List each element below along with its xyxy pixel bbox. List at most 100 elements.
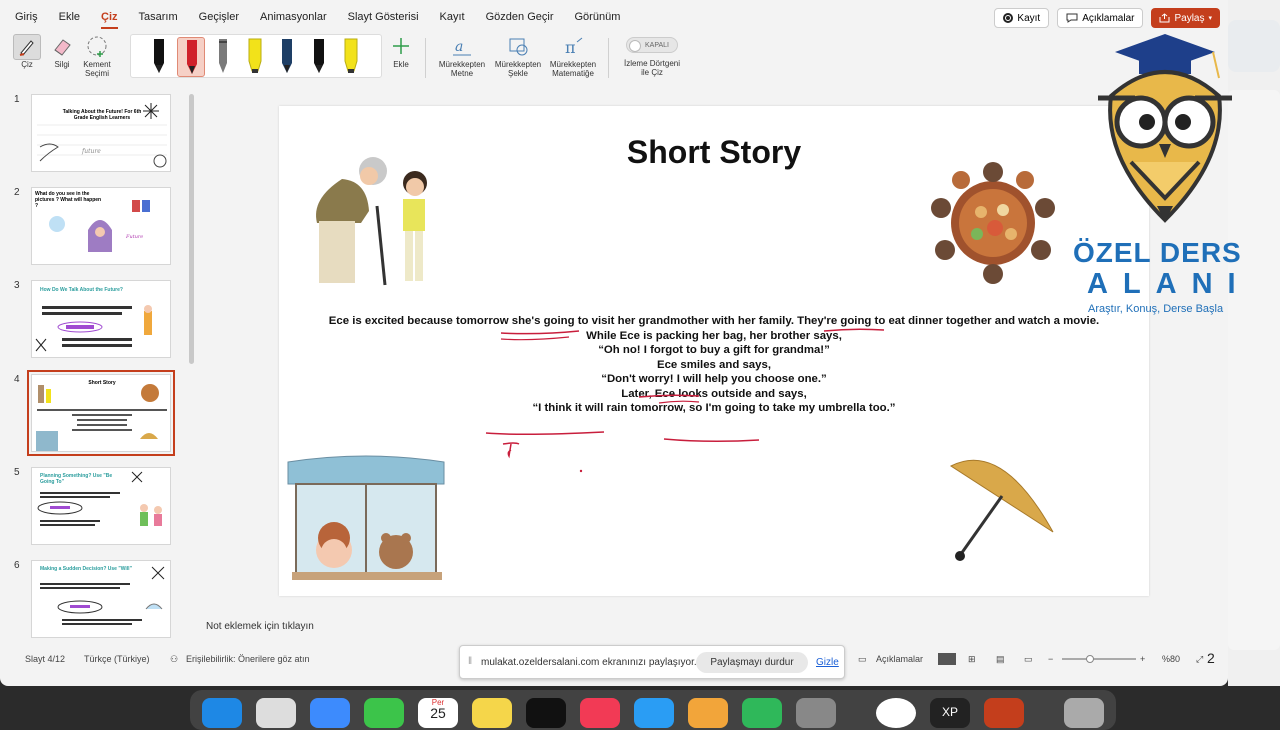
- ink-to-shape-icon: [509, 38, 528, 56]
- pen-icon: [154, 39, 164, 73]
- apple-tv-icon[interactable]: [526, 698, 566, 728]
- pen-gray[interactable]: [209, 37, 237, 77]
- thumb-number: 3: [14, 280, 20, 291]
- comments-button[interactable]: Açıklamalar: [1057, 8, 1144, 28]
- pen-black-2[interactable]: [305, 37, 333, 77]
- eraser-icon: [54, 39, 71, 56]
- plus-icon: [393, 38, 409, 54]
- mail-icon[interactable]: [310, 698, 350, 728]
- pen-black-1[interactable]: [145, 37, 173, 77]
- ink-to-text-button[interactable]: a Mürekkepten Metne: [436, 34, 488, 78]
- notes-placeholder[interactable]: Not eklemek için tıklayın: [206, 621, 314, 632]
- xp-app-icon[interactable]: XP: [930, 698, 970, 728]
- background-panel: [1228, 90, 1280, 650]
- accessibility-icon: ⚇: [170, 654, 179, 664]
- page-badge: 2: [1207, 650, 1215, 666]
- draw-rect-toggle[interactable]: KAPALI: [626, 37, 678, 53]
- thumb-number: 1: [14, 94, 20, 105]
- slide-thumbnail-3[interactable]: How Do We Talk About the Future?: [31, 280, 171, 358]
- record-button[interactable]: Kayıt: [994, 8, 1050, 28]
- share-icon: [1159, 13, 1170, 23]
- eraser-tool[interactable]: Silgi: [48, 34, 76, 69]
- menu-slayt-gosterisi[interactable]: Slayt Gösterisi: [348, 11, 419, 23]
- zoom-level[interactable]: %80: [1162, 654, 1180, 664]
- ink-to-shape-button[interactable]: Mürekkepten Şekle: [492, 34, 544, 78]
- preview-icon[interactable]: [634, 698, 674, 728]
- system-settings-icon[interactable]: [796, 698, 836, 728]
- menu-right-actions: Kayıt Açıklamalar Paylaş ▾: [994, 8, 1220, 28]
- facetime-icon[interactable]: [364, 698, 404, 728]
- music-icon[interactable]: [580, 698, 620, 728]
- share-message: mulakat.ozeldersalani.com ekranınızı pay…: [481, 657, 697, 668]
- hide-share-bar-link[interactable]: Gizle: [816, 657, 839, 668]
- draw-rect-label-wrap: İzleme Dörtgeni ile Çiz: [618, 59, 686, 77]
- thumb-decoration: [37, 471, 162, 526]
- fit-slide-icon[interactable]: ⤢: [1196, 654, 1203, 665]
- slide-thumbnail-6[interactable]: Making a Sudden Decision? Use "Will": [31, 560, 171, 638]
- slide-thumbnail-2[interactable]: What do you see in the pictures ? What w…: [31, 187, 171, 265]
- menu-giris[interactable]: Giriş: [15, 11, 38, 23]
- record-label: Kayıt: [1017, 12, 1041, 24]
- powerpoint-icon[interactable]: [984, 698, 1024, 728]
- zoom-slider[interactable]: [1062, 658, 1136, 660]
- highlighter-yellow-1[interactable]: [241, 37, 269, 77]
- stop-sharing-button[interactable]: Paylaşmayı durdur: [696, 652, 808, 673]
- ink-to-math-button[interactable]: π Mürekkepten Matematiğe: [546, 34, 600, 78]
- zoom-slider-thumb[interactable]: [1086, 655, 1094, 663]
- lasso-icon: [87, 36, 107, 57]
- numbers-icon[interactable]: [742, 698, 782, 728]
- slide-thumbnail-4[interactable]: Short Story: [27, 370, 175, 456]
- logo-line1: ÖZEL DERS: [1073, 237, 1242, 268]
- story-text: Ece is excited because tomorrow she's go…: [289, 314, 1139, 416]
- calendar-icon[interactable]: Per 25: [418, 698, 458, 728]
- pen-navy[interactable]: [273, 37, 301, 77]
- background-panel: [1228, 20, 1280, 72]
- pen-gallery: [130, 34, 382, 78]
- menu-kayit[interactable]: Kayıt: [440, 11, 465, 23]
- logo-line2: ALANI: [1087, 268, 1251, 300]
- svg-text:a: a: [455, 39, 463, 55]
- slide-canvas[interactable]: Short Story Ece is excited because tomor…: [279, 106, 1149, 596]
- menu-animasyonlar[interactable]: Animasyonlar: [260, 11, 327, 23]
- thumbnail-scrollbar[interactable]: [189, 94, 194, 364]
- launchpad-icon[interactable]: [256, 698, 296, 728]
- drag-handle-icon[interactable]: ‖: [468, 656, 472, 667]
- zoom-out-icon[interactable]: −: [1048, 654, 1053, 664]
- pages-icon[interactable]: [688, 698, 728, 728]
- app-store-icon[interactable]: [202, 698, 242, 728]
- normal-view-icon[interactable]: [938, 653, 956, 665]
- share-button[interactable]: Paylaş ▾: [1151, 8, 1220, 28]
- lasso-label: Kement Seçimi: [83, 60, 111, 78]
- share-label: Paylaş: [1174, 12, 1205, 24]
- status-comments[interactable]: Açıklamalar: [876, 654, 923, 664]
- zoom-in-icon[interactable]: +: [1140, 654, 1145, 664]
- language-indicator[interactable]: Türkçe (Türkiye): [84, 654, 150, 664]
- grandmother-and-girl-illustration: [316, 157, 427, 286]
- comments-label: Açıklamalar: [1082, 12, 1135, 24]
- slideshow-view-icon[interactable]: ▭: [1024, 654, 1033, 665]
- notes-icon[interactable]: [472, 698, 512, 728]
- mac-dock: Per 25 XP: [190, 690, 1116, 730]
- menu-gecisler[interactable]: Geçişler: [199, 11, 239, 23]
- pen-red[interactable]: [177, 37, 205, 77]
- trash-icon[interactable]: [1064, 698, 1104, 728]
- menu-gozden-gecir[interactable]: Gözden Geçir: [486, 11, 554, 23]
- menu-ekle[interactable]: Ekle: [59, 11, 80, 23]
- chrome-icon[interactable]: [876, 698, 916, 728]
- sorter-view-icon[interactable]: ⊞: [968, 654, 976, 665]
- highlighter-yellow-2[interactable]: [337, 37, 365, 77]
- story-line: Ece is excited because tomorrow she's go…: [328, 315, 1100, 327]
- thumb-number: 4: [14, 374, 20, 385]
- menu-tasarim[interactable]: Tasarım: [139, 11, 178, 23]
- comment-icon: [1066, 13, 1078, 23]
- menu-ciz[interactable]: Çiz: [101, 11, 118, 29]
- accessibility-status[interactable]: Erişilebilirlik: Önerilere göz atın: [186, 654, 310, 664]
- story-line: “I think it will rain tomorrow, so I'm g…: [532, 402, 896, 414]
- reading-view-icon[interactable]: ▤: [996, 654, 1005, 665]
- slide-thumbnail-1[interactable]: Talking About the Future! For 6th Grade …: [31, 94, 171, 172]
- slide-thumbnail-5[interactable]: Planning Something? Use "Be Going To": [31, 467, 171, 545]
- add-pen-button[interactable]: Ekle: [386, 34, 416, 69]
- lasso-tool[interactable]: Kement Seçimi: [82, 34, 112, 78]
- draw-tool[interactable]: Çiz: [12, 34, 42, 69]
- menu-gorunum[interactable]: Görünüm: [575, 11, 621, 23]
